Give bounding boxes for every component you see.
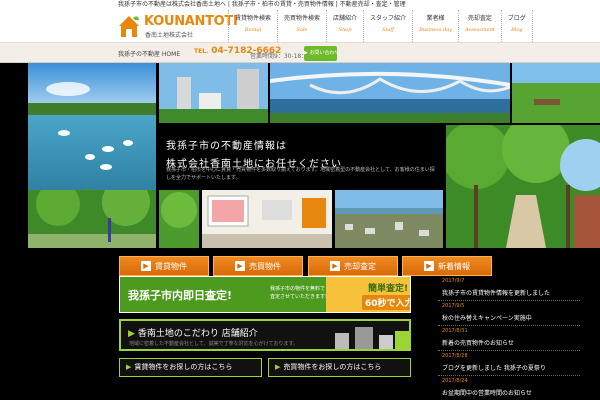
news-date: 2017/8/31 — [442, 328, 468, 334]
arrow-right-icon: ▶ — [424, 261, 434, 271]
nav-label: 業者様 — [426, 15, 445, 22]
nav-business[interactable]: 業者様 Business day — [412, 10, 458, 42]
nav-sublabel: Business day — [419, 27, 453, 33]
photo-park-trees — [159, 190, 199, 248]
assessment-button-label: 売却査定 — [344, 262, 376, 271]
nav-label: 賃貸物件検索 — [235, 15, 272, 22]
shop-intro-box[interactable]: ▶ 香南土地のこだわり 店舗紹介 地域に密着した不動産会社として、誠実で丁寧な対応… — [119, 319, 411, 351]
banner-subtext: 我孫子市の物件を無料で 査定させていただきます! — [270, 285, 327, 301]
site-header: KOUNANTOTI 香南土地株式会社 賃貸物件検索 Rental 売買物件検索… — [0, 10, 600, 42]
nav-rental[interactable]: 賃貸物件検索 Rental — [228, 10, 277, 42]
news-item[interactable]: 2017/9/7 我孫子市の賃貸物件情報を更新しました — [438, 276, 580, 301]
hero-description: 我孫子市・柏市を中心に賃貸・売買物件を多数取り揃えております。地域密着型の不動産… — [166, 167, 435, 181]
nav-assessment[interactable]: 売却査定 Assessment — [458, 10, 501, 42]
main-nav: 賃貸物件検索 Rental 売買物件検索 Sale 店舗紹介 Shop スタッフ… — [228, 10, 533, 42]
news-button[interactable]: ▶ 新着情報 — [402, 256, 492, 276]
assessment-banner[interactable]: 我孫子市内即日査定! 我孫子市の物件を無料で 査定させていただきます! 簡単査定… — [119, 276, 411, 313]
photo-office-interior — [202, 190, 332, 248]
news-item[interactable]: 2017/8/31 新着の売買物件のお知らせ — [438, 326, 580, 351]
rental-button[interactable]: ▶ 賃貸物件 — [119, 256, 209, 276]
news-item[interactable]: 2017/9/5 秋の住み替えキャンペーン実施中 — [438, 301, 580, 326]
nav-blog[interactable]: ブログ Blog — [500, 10, 533, 42]
photo-tree-path — [446, 125, 600, 248]
photo-bridge — [270, 63, 510, 123]
rental-search-label: 賃貸物件をお探しの方はこちら — [134, 363, 233, 371]
news-date: 2017/8/24 — [442, 378, 468, 384]
banner-headline: 我孫子市内即日査定! — [128, 289, 233, 302]
chevron-right-icon: ▶ — [128, 329, 135, 339]
top-strip-text: 我孫子市の不動産は株式会社香南土地へ | 我孫子市・柏市の賃貸・売買物件情報 |… — [118, 1, 406, 8]
logo-subtext: 香南土地株式会社 — [145, 32, 194, 39]
nav-label: ブログ — [507, 15, 526, 22]
sale-button-label: 売買物件 — [249, 262, 281, 271]
news-date: 2017/9/7 — [442, 278, 465, 284]
news-title: 秋の住み替えキャンペーン実施中 — [442, 315, 532, 322]
news-item[interactable]: 2017/8/28 ブログを更新しました 我孫子の夏祭り — [438, 351, 580, 376]
nav-shop[interactable]: 店舗紹介 Shop — [326, 10, 363, 42]
chevron-right-icon: ▶ — [275, 363, 281, 371]
badge-line1: 簡単査定! — [368, 284, 409, 294]
arrow-right-icon: ▶ — [235, 261, 245, 271]
nav-label: スタッフ紹介 — [370, 15, 407, 22]
nav-sublabel: Sale — [296, 27, 308, 33]
photo-park-bench — [512, 63, 600, 123]
contact-button[interactable]: ▶ お問い合わせ — [304, 46, 339, 61]
badge-line2: 60秒で入力完了! — [362, 295, 410, 310]
logo-text: KOUNANTOTI — [144, 14, 238, 29]
news-date: 2017/9/5 — [442, 303, 465, 309]
shop-intro-subtext: 地域に密着した不動産会社として、誠実で丁寧な対応を心がけております。 — [129, 341, 298, 347]
news-title: ブログを更新しました 我孫子の夏祭り — [442, 365, 546, 372]
nav-sale[interactable]: 売買物件検索 Sale — [277, 10, 326, 42]
nav-sublabel: Staff — [382, 27, 395, 33]
arrow-right-icon: ▶ — [141, 261, 151, 271]
banner-subtext-line2: 査定させていただきます! — [270, 294, 328, 300]
photo-town-view — [335, 190, 443, 248]
nav-label: 売却査定 — [467, 15, 492, 22]
news-title: 新着の売買物件のお知らせ — [442, 340, 514, 347]
nav-label: 店舗紹介 — [333, 15, 358, 22]
chevron-right-icon: ▶ — [126, 363, 132, 371]
sale-button[interactable]: ▶ 売買物件 — [213, 256, 303, 276]
nav-sublabel: Rental — [244, 27, 262, 33]
news-title: 我孫子市の賃貸物件情報を更新しました — [442, 290, 551, 297]
sale-search-link[interactable]: ▶ 売買物件をお探しの方はこちら — [268, 358, 411, 377]
banner-subtext-line1: 我孫子市の物件を無料で — [270, 286, 326, 292]
rental-button-label: 賃貸物件 — [155, 262, 187, 271]
news-item[interactable]: 2017/8/24 お盆期間中の営業時間のお知らせ — [438, 376, 580, 400]
house-logo-icon — [119, 16, 139, 37]
shop-intro-title: ▶ 香南土地のこだわり 店舗紹介 — [128, 326, 258, 339]
nav-sublabel: Blog — [511, 27, 523, 33]
photo-playground — [28, 190, 156, 248]
sale-search-label: 売買物件をお探しの方はこちら — [283, 363, 382, 371]
nav-label: 売買物件検索 — [284, 15, 321, 22]
info-bar: 我孫子の不動産 HOME TEL. 04-7182-6662 営業時間9：30-1… — [0, 42, 600, 63]
shop-intro-title-text: 香南土地のこだわり 店舗紹介 — [137, 329, 258, 339]
news-button-label: 新着情報 — [438, 262, 470, 271]
assessment-button[interactable]: ▶ 売却査定 — [308, 256, 398, 276]
rental-search-link[interactable]: ▶ 賃貸物件をお探しの方はこちら — [119, 358, 262, 377]
tel-label: TEL. — [194, 48, 209, 55]
hero-title-line1: 我孫子市の不動産情報は — [166, 141, 287, 152]
news-date: 2017/8/28 — [442, 353, 468, 359]
banner-badge: 簡単査定! 60秒で入力完了! — [326, 277, 410, 312]
photo-buildings — [159, 63, 268, 123]
site-logo[interactable]: KOUNANTOTI 香南土地株式会社 — [118, 13, 238, 41]
nav-staff[interactable]: スタッフ紹介 Staff — [363, 10, 412, 42]
news-list: 2017/9/7 我孫子市の賃貸物件情報を更新しました 2017/9/5 秋の住… — [438, 276, 580, 400]
nav-sublabel: Assessment — [465, 27, 495, 33]
breadcrumb[interactable]: 我孫子の不動産 HOME — [118, 49, 180, 58]
arrow-right-icon: ▶ — [330, 261, 340, 271]
top-strip: 我孫子市の不動産は株式会社香南土地へ | 我孫子市・柏市の賃貸・売買物件情報 |… — [0, 0, 600, 10]
news-title: お盆期間中の営業時間のお知らせ — [442, 390, 532, 397]
nav-sublabel: Shop — [338, 27, 352, 33]
buildings-illustration — [335, 327, 409, 349]
